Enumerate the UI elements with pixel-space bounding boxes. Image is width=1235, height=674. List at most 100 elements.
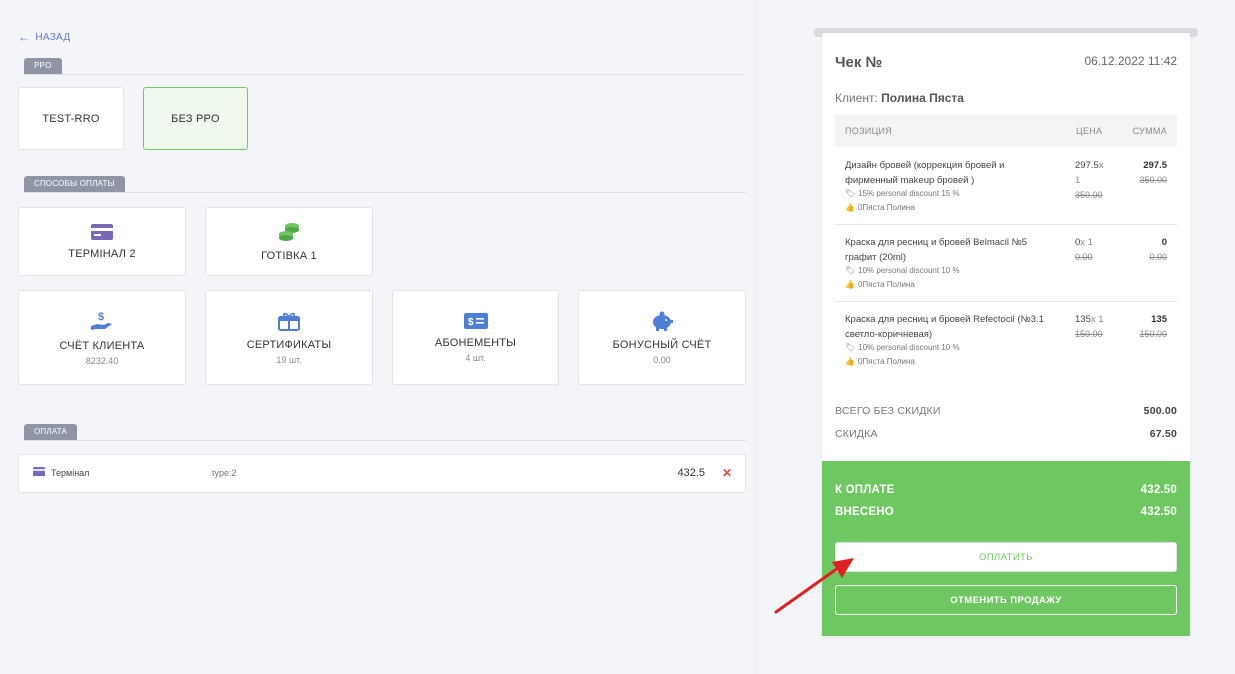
item-sum-value: 0 [1161,237,1167,248]
item-qty: 1 [1098,314,1104,325]
rro-option-none[interactable]: БЕЗ PPO [143,87,248,150]
item-discount-text: 10% personal discount 10 % [858,266,960,275]
coins-icon [279,222,299,241]
item-price: 135x 1 150.00 [1075,314,1104,339]
svg-text:$: $ [98,311,104,323]
thumbs-up-icon: 👍 [845,357,855,366]
item-old-price: 350.00 [1075,190,1103,200]
item-qty: 1 [1075,175,1081,186]
method-client-account[interactable]: $ СЧЁТ КЛИЕНТА 8232.40 [18,290,186,385]
column-position: ПОЗИЦИЯ [845,126,893,136]
item-master: 👍 0Пяста Полина [845,280,915,289]
amount-due: К ОПЛАТЕ 432.50 [835,484,1177,496]
rro-option-label: TEST-RRO [42,112,100,125]
payment-summary: К ОПЛАТЕ 432.50 ВНЕСЕНО 432.50 ОПЛАТИТЬ … [822,461,1190,636]
receipt-date: 06.12.2022 11:42 [1084,54,1177,68]
svg-text:$: $ [468,317,474,328]
receipt-client: Клиент: Полина Пяста [835,91,964,105]
table-row: Дизайн бровей (коррекция бровей и фирмен… [835,148,1177,225]
item-name: Дизайн бровей (коррекция бровей и фирмен… [845,160,1005,186]
item-price-value: 297.5 [1075,160,1099,171]
table-row: Краска для ресниц и бровей Belmacil №5 г… [835,225,1177,302]
thumbs-up-icon: 👍 [845,280,855,289]
payment-section-header: ОПЛАТА [24,424,746,441]
tag-icon: 🏷 [845,189,856,198]
arrow-left-icon: ← [18,30,31,44]
method-subscriptions[interactable]: $ АБОНЕМЕНТЫ 4 шт. [392,290,559,385]
item-old-sum: 150.00 [1139,329,1167,339]
discount-label: СКИДКА [835,428,878,440]
tag-icon: 🏷 [845,266,856,275]
method-label: АБОНЕМЕНТЫ [434,336,517,349]
method-balance: 0.00 [653,354,671,365]
amount-paid-label: ВНЕСЕНО [835,506,894,518]
amount-paid-value: 432.50 [1140,506,1177,518]
back-label: НАЗАД [35,31,71,43]
method-certificates[interactable]: СЕРТИФИКАТЫ 19 шт. [205,290,373,385]
item-master-text: 0Пяста Полина [857,357,915,366]
table-row: Краска для ресниц и бровей Refectocil (№… [835,302,1177,379]
item-master: 👍 0Пяста Полина [845,357,915,366]
amount-due-value: 432.50 [1140,484,1177,496]
item-discount-text: 10% personal discount 10 % [858,343,960,352]
method-balance: 8232.40 [85,355,119,366]
discount-value: 67.50 [1149,428,1177,440]
item-sum-value: 297.5 [1143,160,1167,171]
method-terminal[interactable]: ТЕРМІНАЛ 2 [18,207,186,276]
payment-panel: ← НАЗАД PPO TEST-RRO БЕЗ PPO СПОСОБЫ ОПЛ… [0,8,756,674]
method-label: БОНУСНЫЙ СЧЁТ [612,338,712,351]
total-value: 500.00 [1143,405,1177,417]
item-discount: 🏷 10% personal discount 10 % [845,266,960,275]
item-name: Краска для ресниц и бровей Refectocil (№… [845,314,1044,340]
method-label: СЕРТИФИКАТЫ [246,338,332,351]
total-discount: СКИДКА 67.50 [835,428,1177,440]
cancel-sale-button[interactable]: ОТМЕНИТЬ ПРОДАЖУ [835,585,1177,615]
gift-icon [278,312,300,331]
payment-row: Термінал type:2 432.5 ✕ [18,454,746,493]
total-without-discount: ВСЕГО БЕЗ СКИДКИ 500.00 [835,405,1177,417]
credit-card-icon [91,223,113,240]
item-master-text: 0Пяста Полина [857,203,915,212]
item-discount: 🏷 15% personal discount 15 % [845,189,960,198]
item-price: 0x 1 0.00 [1075,237,1093,262]
amount-due-label: К ОПЛАТЕ [835,484,895,496]
payment-section-label: ОПЛАТА [24,424,78,440]
amount-paid: ВНЕСЕНО 432.50 [835,506,1177,518]
method-count: 4 шт. [465,352,486,363]
item-discount: 🏷 10% personal discount 10 % [845,343,960,352]
method-label: СЧЁТ КЛИЕНТА [59,339,145,352]
item-name: Краска для ресниц и бровей Belmacil №5 г… [845,237,1028,263]
item-sum-value: 135 [1151,314,1167,325]
tag-icon: 🏷 [845,343,856,352]
item-master: 👍 0Пяста Полина [845,203,915,212]
credit-card-icon [33,467,45,476]
payment-type: type:2 [212,468,237,478]
back-link[interactable]: ← НАЗАД [18,30,70,44]
payment-methods-label: СПОСОБЫ ОПЛАТЫ [24,176,125,192]
method-label: ТЕРМІНАЛ 2 [68,247,136,260]
method-label: ГОТІВКА 1 [261,249,317,262]
method-count: 19 шт. [276,354,302,365]
method-cash[interactable]: ГОТІВКА 1 [205,207,373,276]
item-sum: 135 150.00 [1139,312,1167,342]
rro-section-label: PPO [24,58,62,74]
item-old-sum: 350.00 [1139,175,1167,185]
rro-option-test[interactable]: TEST-RRO [18,87,124,150]
item-old-sum: 0.00 [1149,252,1167,262]
item-price-value: 135 [1075,314,1091,325]
delete-icon[interactable]: ✕ [722,466,732,480]
payment-methods-header: СПОСОБЫ ОПЛАТЫ [24,176,746,193]
annotation-arrow-icon [774,558,854,614]
pay-button[interactable]: ОПЛАТИТЬ [835,542,1177,572]
rro-option-label: БЕЗ PPO [171,112,220,125]
column-sum: СУММА [1132,126,1167,136]
receipt-title: Чек № [835,54,883,71]
item-master-text: 0Пяста Полина [857,280,915,289]
payment-amount: 432.5 [677,467,705,479]
rro-section-header: PPO [24,58,746,75]
cash-ticket-icon: $ [463,312,488,329]
item-sum: 297.5 350.00 [1139,158,1167,188]
item-discount-text: 15% personal discount 15 % [858,189,960,198]
payment-method-name: Термінал [51,468,90,478]
method-bonus-account[interactable]: БОНУСНЫЙ СЧЁТ 0.00 [578,290,746,385]
